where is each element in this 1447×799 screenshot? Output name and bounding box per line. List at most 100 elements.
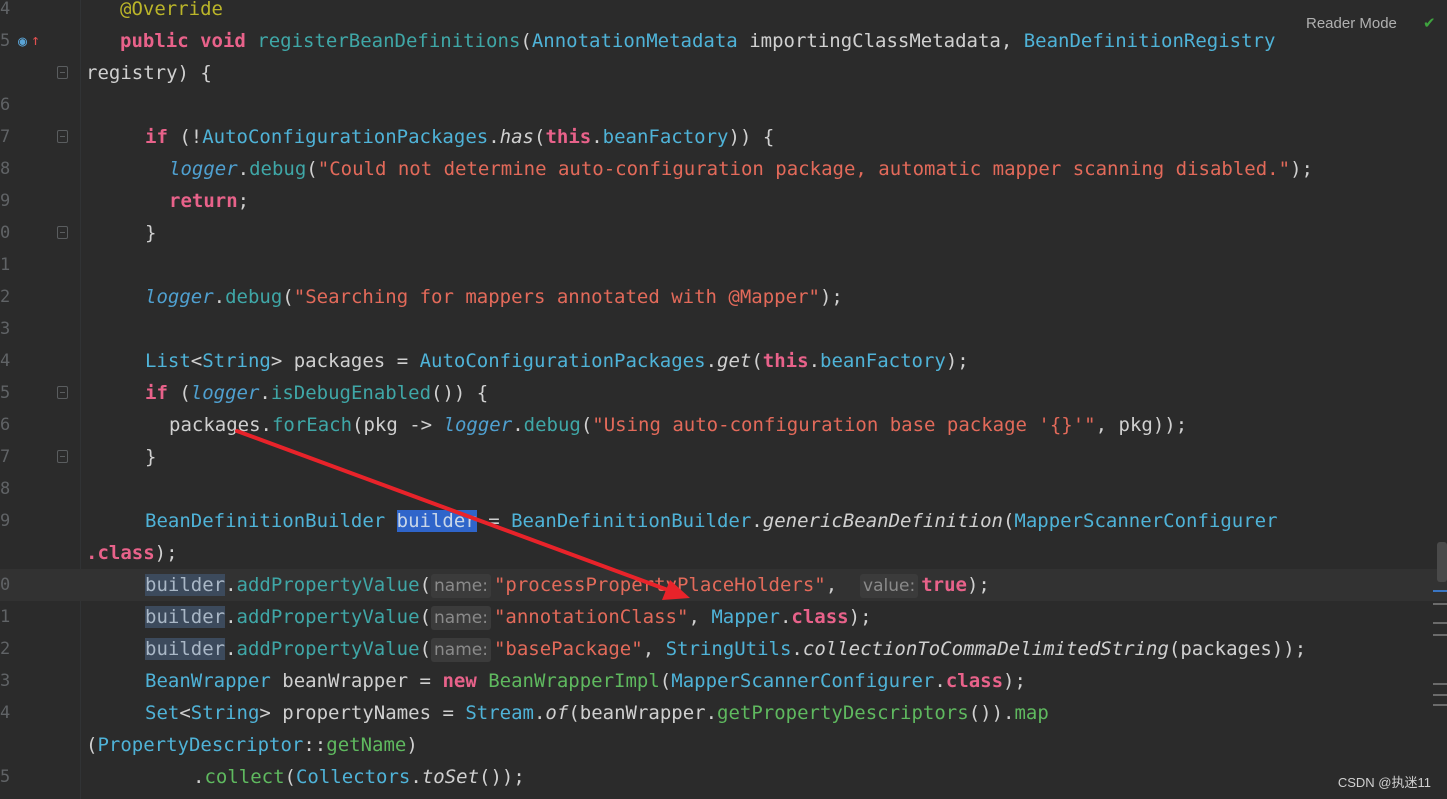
code-token: ( <box>284 766 296 788</box>
code-line-12[interactable]: 2 logger.debug("Searching for mappers ann… <box>0 281 1447 313</box>
code-token: new <box>442 670 489 692</box>
code-token: StringUtils <box>665 638 792 660</box>
code-line-17[interactable]: 7} <box>0 441 1447 473</box>
code-line-25[interactable]: 5 .collect(Collectors.toSet()); <box>0 761 1447 793</box>
code-line-5[interactable]: 5 public void registerBeanDefinitions(Ann… <box>0 25 1447 57</box>
code-token: isDebugEnabled <box>270 382 432 404</box>
code-token: (! <box>179 126 203 148</box>
reader-mode-button[interactable]: Reader Mode <box>1306 15 1397 32</box>
fold-marker[interactable] <box>57 66 68 79</box>
line-number: 1 <box>0 607 11 627</box>
code-token: get <box>717 350 752 372</box>
code-token: Stream <box>465 702 534 724</box>
code-line-20-current[interactable]: 0 builder.addPropertyValue(name: "processP… <box>0 569 1447 601</box>
code-line-8[interactable]: 8 logger.debug("Could not determine auto-… <box>0 153 1447 185</box>
code-token: . <box>410 766 422 788</box>
code-line-15[interactable]: 5 if (logger.isDebugEnabled()) { <box>0 377 1447 409</box>
code-token: . <box>791 638 803 660</box>
code-line-9[interactable]: 9 return; <box>0 185 1447 217</box>
code-token: ( <box>419 574 432 596</box>
fold-marker[interactable] <box>57 226 68 239</box>
code-text: } <box>145 441 156 473</box>
code-token: forEach <box>271 414 353 436</box>
code-line-7[interactable]: 7 if (!AutoConfigurationPackages.has(this… <box>0 121 1447 153</box>
code-token: true <box>921 574 967 596</box>
code-line-24[interactable]: 4 Set<String> propertyNames = Stream.of(b… <box>0 697 1447 729</box>
code-token: Collectors <box>295 766 411 788</box>
code-token: (pkg -> <box>352 414 444 436</box>
code-token: . <box>934 670 946 692</box>
code-token: ( <box>751 350 763 372</box>
code-token: ); <box>966 574 990 596</box>
fold-marker[interactable] <box>57 130 68 143</box>
code-line-4[interactable]: 4 @Override <box>0 0 1447 25</box>
code-token: debug <box>225 286 283 308</box>
code-line-16[interactable]: 6 packages.forEach(pkg -> logger.debug("U… <box>0 409 1447 441</box>
code-line-18[interactable]: 8 <box>0 473 1447 505</box>
code-line-22[interactable]: 2 builder.addPropertyValue(name: "basePack… <box>0 633 1447 665</box>
code-line-13[interactable]: 3 <box>0 313 1447 345</box>
line-number: 9 <box>0 511 11 531</box>
code-token: = <box>476 510 512 532</box>
code-token: . <box>225 638 237 660</box>
code-text: registry) { <box>86 57 212 89</box>
code-token: > propertyNames = <box>259 702 466 724</box>
code-token: importingClassMetadata, <box>737 30 1024 52</box>
go-to-super-arrow-icon[interactable]: ↑ <box>31 31 40 49</box>
code-token: AutoConfigurationPackages <box>419 350 706 372</box>
code-token: ()). <box>968 702 1015 724</box>
code-token: genericBeanDefinition <box>762 510 1003 532</box>
fold-marker[interactable] <box>57 450 68 463</box>
code-token: "processPropertyPlaceHolders" <box>493 574 826 596</box>
code-text: if (logger.isDebugEnabled()) { <box>145 377 488 409</box>
code-line-14[interactable]: 4 List<String> packages = AutoConfigurati… <box>0 345 1447 377</box>
line-number: 5 <box>0 31 11 51</box>
line-number: 0 <box>0 223 11 243</box>
line-number: 7 <box>0 447 11 467</box>
line-number: 5 <box>0 383 11 403</box>
override-method-icon[interactable]: ◉ <box>18 32 27 50</box>
code-line-19[interactable]: 9 BeanDefinitionBuilder builder = BeanDef… <box>0 505 1447 537</box>
code-text: packages.forEach(pkg -> logger.debug("Us… <box>169 409 1187 441</box>
parameter-hint: name: <box>431 574 491 598</box>
code-token: Set <box>145 702 180 724</box>
code-line-6[interactable]: 6 <box>0 89 1447 121</box>
code-line-10[interactable]: 0} <box>0 217 1447 249</box>
scrollbar-thumb[interactable] <box>1437 542 1447 582</box>
line-number: 2 <box>0 287 11 307</box>
code-token: .class <box>86 542 155 564</box>
code-token: , <box>688 606 712 628</box>
code-token: this <box>762 350 809 372</box>
code-token: , pkg)); <box>1095 414 1188 436</box>
code-token: ( <box>86 734 98 756</box>
code-line-24-wrap[interactable]: (PropertyDescriptor::getName) <box>0 729 1447 761</box>
code-token: ; <box>237 190 250 212</box>
code-token: ( <box>533 126 546 148</box>
code-text: .class); <box>86 537 178 569</box>
line-number: 6 <box>0 95 11 115</box>
code-line-19-wrap[interactable]: .class); <box>0 537 1447 569</box>
code-token: "Searching for mappers annotated with @M… <box>293 286 820 308</box>
code-line-21[interactable]: 1 builder.addPropertyValue(name: "annotati… <box>0 601 1447 633</box>
parameter-hint: name: <box>431 606 491 630</box>
code-token: . <box>213 286 226 308</box>
code-line-23[interactable]: 3 BeanWrapper beanWrapper = new BeanWrapp… <box>0 665 1447 697</box>
code-token: . <box>512 414 524 436</box>
code-text: List<String> packages = AutoConfiguratio… <box>145 345 969 377</box>
code-token: addPropertyValue <box>236 638 420 660</box>
code-token: AnnotationMetadata <box>531 30 738 52</box>
code-token: ) <box>406 734 418 756</box>
code-text: public void registerBeanDefinitions(Anno… <box>120 25 1275 57</box>
inspection-ok-icon[interactable]: ✔ <box>1423 14 1436 32</box>
scrollbar-marker <box>1433 603 1447 605</box>
fold-marker[interactable] <box>57 386 68 399</box>
code-token: , <box>642 638 666 660</box>
scrollbar-marker <box>1433 704 1447 706</box>
line-number: 2 <box>0 639 11 659</box>
code-token: registerBeanDefinitions <box>257 30 521 52</box>
code-token: getName <box>326 734 407 756</box>
line-number: 0 <box>0 575 11 595</box>
code-line-11[interactable]: 1 <box>0 249 1447 281</box>
code-token: :: <box>303 734 327 756</box>
code-line-5-wrap[interactable]: registry) { <box>0 57 1447 89</box>
